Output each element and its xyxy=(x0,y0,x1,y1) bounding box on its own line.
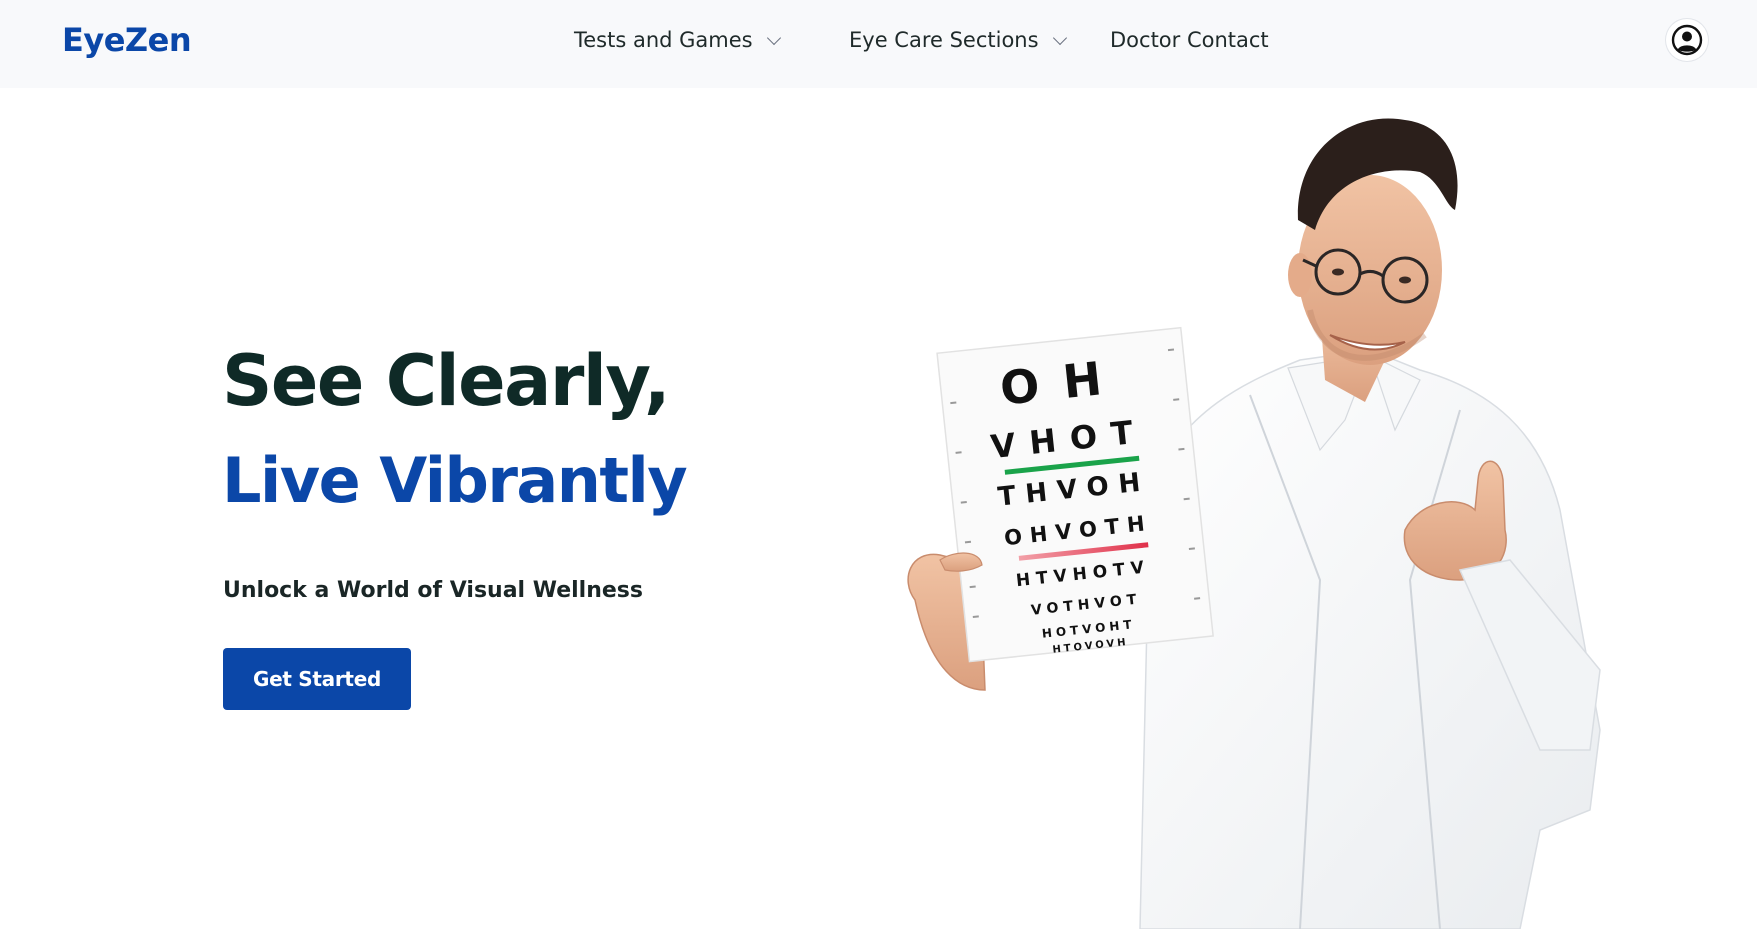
chevron-down-icon xyxy=(766,30,781,45)
chevron-down-icon xyxy=(1052,30,1067,45)
hero-title-line-2: Live Vibrantly xyxy=(222,444,688,517)
user-circle-icon xyxy=(1671,24,1703,56)
top-navigation-bar: EyeZen Tests and Games Eye Care Sections… xyxy=(0,0,1757,88)
profile-button[interactable] xyxy=(1666,19,1708,61)
hero-subtitle: Unlock a World of Visual Wellness xyxy=(223,578,643,603)
nav-doctor-contact[interactable]: Doctor Contact xyxy=(1110,26,1269,54)
doctor-holding-eye-chart-image: OH VHOT THVOH OHVOTH HTVHOTV VOTHVOT HOT… xyxy=(907,118,1601,929)
nav-doctor-contact-label: Doctor Contact xyxy=(1110,28,1269,52)
eyezen-logo[interactable]: EyeZen xyxy=(62,18,192,62)
hero-title-line-1: See Clearly, xyxy=(222,340,671,422)
landing-page: EyeZen Tests and Games Eye Care Sections… xyxy=(0,0,1757,929)
nav-eye-care-sections-label: Eye Care Sections xyxy=(849,28,1039,52)
nav-tests-and-games[interactable]: Tests and Games xyxy=(574,26,781,54)
nav-eye-care-sections[interactable]: Eye Care Sections xyxy=(849,26,1067,54)
nav-tests-and-games-label: Tests and Games xyxy=(574,28,753,52)
get-started-button[interactable]: Get Started xyxy=(223,648,411,710)
